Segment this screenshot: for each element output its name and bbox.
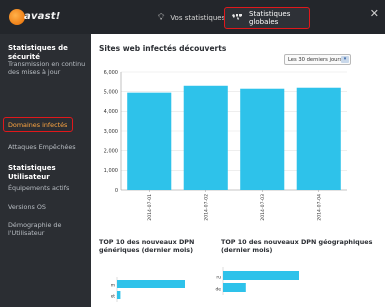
page-title: Sites web infectés découverts xyxy=(99,44,227,53)
y-tick-label: 0 xyxy=(115,188,118,194)
x-tick-label: 2014-07-04 xyxy=(317,194,323,221)
sidebar-item-infected-domains[interactable]: Domaines infectés xyxy=(3,117,73,132)
avast-logo-icon xyxy=(9,9,25,25)
sidebar-item-os-versions[interactable]: Versions OS xyxy=(8,203,90,211)
y-tick-label: 2,000 xyxy=(104,148,118,154)
bar xyxy=(117,280,185,288)
bar xyxy=(296,87,341,190)
bar xyxy=(223,271,299,280)
bar xyxy=(223,283,246,292)
sidebar-item-updates[interactable]: Transmission en continu des mises à jour xyxy=(8,60,90,76)
y-tick-label: 5,000 xyxy=(104,89,118,95)
category-label: com xyxy=(111,284,115,289)
sidebar: Statistiques de sécurité Transmission en… xyxy=(0,34,91,307)
category-label: ru xyxy=(216,275,221,281)
x-tick-label: 2014-07-03 xyxy=(260,194,266,221)
lightbulb-icon: 💡︎ xyxy=(158,13,165,23)
close-icon[interactable]: ✕ xyxy=(370,7,379,20)
logo-text: avast! xyxy=(24,11,61,22)
bar xyxy=(183,85,228,190)
sidebar-section-users: Statistiques Utilisateur xyxy=(8,164,56,181)
generic-dpn-chart: com net xyxy=(111,277,185,302)
bar xyxy=(240,88,285,190)
geo-dpn-title: TOP 10 des nouveaux DPN géographiques (d… xyxy=(221,238,373,254)
y-tick-label: 6,000 xyxy=(104,70,118,76)
world-map-icon xyxy=(231,13,243,24)
bar xyxy=(117,291,121,299)
sidebar-item-active-devices[interactable]: Équipements actifs xyxy=(8,184,90,192)
sidebar-item-blocked-attacks[interactable]: Attaques Empêchées xyxy=(8,143,90,151)
category-label: net xyxy=(111,294,115,300)
tab-personal-stats-label: Vos statistiques xyxy=(170,14,226,22)
period-select-value: Les 30 derniers jours xyxy=(288,56,343,63)
generic-dpn-title: TOP 10 des nouveaux DPN génériques (dern… xyxy=(99,238,195,254)
category-label: de xyxy=(216,287,222,293)
infected-sites-chart: 0 1,000 2,000 3,000 4,000 5,000 6,000 2014-07-0… xyxy=(104,70,347,221)
y-tick-label: 4,000 xyxy=(104,109,118,115)
main-content: Sites web infectés découverts Les 30 der… xyxy=(91,34,385,307)
bar xyxy=(127,92,172,190)
y-tick-label: 1,000 xyxy=(104,168,118,174)
x-tick-label: 2014-07-02 xyxy=(204,194,210,221)
top-bar: avast! 💡︎ Vos statistiques Statistiques … xyxy=(0,0,385,34)
chevron-down-icon: ▾ xyxy=(341,56,349,63)
tab-global-stats[interactable]: Statistiques globales xyxy=(224,7,310,29)
y-tick-label: 3,000 xyxy=(104,129,118,135)
sidebar-item-demographics[interactable]: Démographie de l'Utilisateur xyxy=(8,221,90,237)
avast-logo: avast! xyxy=(9,8,69,28)
geo-dpn-chart: ru de xyxy=(216,267,299,295)
x-tick-label: 2014-07-01 xyxy=(147,194,153,221)
tab-personal-stats[interactable]: 💡︎ Vos statistiques xyxy=(152,7,231,29)
sidebar-item-infected-domains-label: Domaines infectés xyxy=(8,120,68,129)
tab-global-stats-label: Statistiques globales xyxy=(249,10,291,26)
